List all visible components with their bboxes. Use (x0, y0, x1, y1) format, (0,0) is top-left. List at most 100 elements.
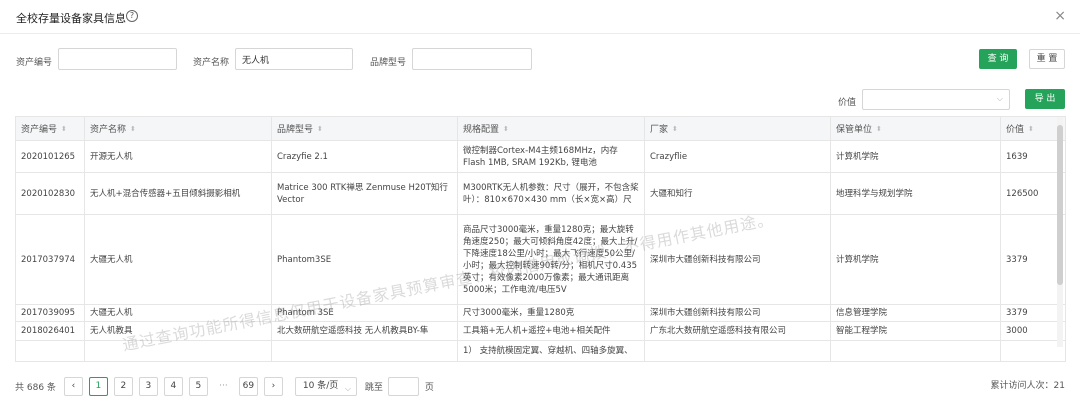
jump-label: 跳至 (364, 382, 383, 393)
cell-asset-no: 2020102830 (15, 172, 85, 215)
cell-asset-no (15, 340, 85, 362)
cell-brand (271, 340, 458, 362)
column-header-asset-name[interactable]: 资产名称 ⬍ (84, 116, 272, 141)
cell-asset-name: 大疆无人机 (84, 304, 272, 322)
cell-value: 3000 (1000, 321, 1066, 341)
total-count: 共 686 条 (15, 382, 56, 393)
chevron-down-icon: ⌵ (996, 94, 1003, 103)
page-4-button[interactable]: 4 (163, 376, 183, 396)
cell-asset-name: 无人机教具 (84, 321, 272, 341)
help-icon[interactable]: ? (126, 10, 138, 22)
page-1-button[interactable]: 1 (88, 376, 108, 396)
cell-unit (830, 340, 1001, 362)
cell-vendor: 大疆和知行 (644, 172, 831, 215)
asset-no-input[interactable] (58, 48, 177, 70)
column-header-asset-no[interactable]: 资产编号 ⬍ (15, 116, 85, 141)
reset-button[interactable]: 重 置 (1029, 49, 1065, 69)
page-size-select[interactable]: 10 条/页 ⌵ (294, 376, 357, 396)
page-2-button[interactable]: 2 (113, 376, 133, 396)
cell-vendor: 广东北大数研航空遥感科技有限公司 (644, 321, 831, 341)
cell-spec: 微控制器Cortex-M4主频168MHz，内存Flash 1MB, SRAM … (457, 140, 645, 173)
cell-brand: Matrice 300 RTK禅思 Zenmuse H20T知行Vector (271, 172, 458, 215)
last-page-button[interactable]: 69 (238, 376, 258, 396)
table-row: 2017039095 大疆无人机 Phantom 3SE 尺寸3000毫米，重量… (15, 304, 1066, 322)
cell-spec: 工具箱+无人机+遥控+电池+相关配件 (457, 321, 645, 341)
cell-asset-no: 2017037974 (15, 214, 85, 305)
scrollbar-thumb[interactable] (1057, 125, 1063, 285)
brand-input[interactable] (412, 48, 532, 70)
sort-icon[interactable]: ⬍ (130, 126, 136, 133)
value-filter-label: 价值 (838, 98, 857, 108)
cell-vendor: Crazyflie (644, 140, 831, 173)
cell-asset-name: 大疆无人机 (84, 214, 272, 305)
table-row: 2017037974 大疆无人机 Phantom3SE 商品尺寸3000毫米，重… (15, 214, 1066, 305)
table-row: 2020102830 无人机+混合传感器+五目倾斜摄影相机 Matrice 30… (15, 172, 1066, 215)
asset-name-label: 资产名称 (193, 58, 230, 68)
column-header-vendor[interactable]: 厂家 ⬍ (644, 116, 831, 141)
prev-page-button[interactable]: ‹ (63, 376, 83, 396)
value-filter-select[interactable]: ⌵ (862, 89, 1010, 110)
cell-spec: 1） 支持航模固定翼、穿越机、四轴多旋翼、 (457, 340, 645, 362)
cell-vendor: 深圳市大疆创新科技有限公司 (644, 214, 831, 305)
table-header-row: 资产编号 ⬍ 资产名称 ⬍ 品牌型号 ⬍ 规格配置 ⬍ 厂家 ⬍ 保管单位 ⬍ 价值 ⬍ (15, 116, 1066, 141)
asset-name-input[interactable] (235, 48, 353, 70)
cell-asset-name (84, 340, 272, 362)
jump-page-input[interactable] (387, 376, 419, 396)
cell-value: 126500 (1000, 172, 1066, 215)
visit-count: 累计访问人次：21 (990, 381, 1065, 391)
sort-icon[interactable]: ⬍ (672, 126, 678, 133)
more-pages-ellipsis[interactable]: ··· (214, 381, 233, 391)
cell-brand: 北大数研航空遥感科技 无人机教具BY-隼 (271, 321, 458, 341)
cell-brand: Crazyfie 2.1 (271, 140, 458, 173)
cell-spec: 尺寸3000毫米，重量1280克 (457, 304, 645, 322)
cell-asset-no: 2020101265 (15, 140, 85, 173)
cell-value: 3379 (1000, 304, 1066, 322)
table-scrollbar[interactable] (1057, 117, 1063, 347)
cell-asset-no: 2017039095 (15, 304, 85, 322)
next-page-button[interactable]: › (263, 376, 283, 396)
pagination: 共 686 条 ‹ 1 2 3 4 5 ··· 69 › 10 条/页 ⌵ 跳至 … (15, 376, 439, 396)
cell-unit: 信息管理学院 (830, 304, 1001, 322)
sort-icon[interactable]: ⬍ (503, 126, 509, 133)
sort-icon[interactable]: ⬍ (61, 126, 67, 133)
cell-unit: 智能工程学院 (830, 321, 1001, 341)
sort-icon[interactable]: ⬍ (1028, 126, 1034, 133)
table-row: 2018026401 无人机教具 北大数研航空遥感科技 无人机教具BY-隼 工具… (15, 321, 1066, 341)
column-header-spec[interactable]: 规格配置 ⬍ (457, 116, 645, 141)
cell-value: 3379 (1000, 214, 1066, 305)
dialog-header: 全校存量设备家具信息 ? × (0, 0, 1080, 34)
cell-spec: M300RTK无人机参数：尺寸（展开，不包含桨叶）：810×670×430 mm… (457, 172, 645, 215)
cell-asset-no: 2018026401 (15, 321, 85, 341)
cell-asset-name: 无人机+混合传感器+五目倾斜摄影相机 (84, 172, 272, 215)
cell-brand: Phantom3SE (271, 214, 458, 305)
cell-value (1000, 340, 1066, 362)
column-header-unit[interactable]: 保管单位 ⬍ (830, 116, 1001, 141)
cell-asset-name: 开源无人机 (84, 140, 272, 173)
cell-vendor (644, 340, 831, 362)
cell-unit: 计算机学院 (830, 140, 1001, 173)
table-row: 2020101265 开源无人机 Crazyfie 2.1 微控制器Cortex… (15, 140, 1066, 173)
page-3-button[interactable]: 3 (138, 376, 158, 396)
cell-value: 1639 (1000, 140, 1066, 173)
cell-vendor: 深圳市大疆创新科技有限公司 (644, 304, 831, 322)
asset-table: 资产编号 ⬍ 资产名称 ⬍ 品牌型号 ⬍ 规格配置 ⬍ 厂家 ⬍ 保管单位 ⬍ 价值 ⬍ 20… (15, 116, 1066, 362)
cell-unit: 计算机学院 (830, 214, 1001, 305)
cell-unit: 地理科学与规划学院 (830, 172, 1001, 215)
chevron-down-icon: ⌵ (344, 383, 351, 393)
column-header-value[interactable]: 价值 ⬍ (1000, 116, 1066, 141)
sort-icon[interactable]: ⬍ (317, 126, 323, 133)
page-size-value: 10 条/页 (302, 380, 339, 391)
dialog-title: 全校存量设备家具信息 (16, 12, 126, 25)
brand-label: 品牌型号 (370, 58, 407, 68)
asset-no-label: 资产编号 (16, 58, 53, 68)
page-unit-label: 页 (424, 382, 434, 393)
table-row: 1） 支持航模固定翼、穿越机、四轴多旋翼、 (15, 340, 1066, 362)
page-5-button[interactable]: 5 (188, 376, 208, 396)
cell-brand: Phantom 3SE (271, 304, 458, 322)
sort-icon[interactable]: ⬍ (876, 126, 882, 133)
close-icon[interactable]: × (1054, 8, 1066, 24)
query-button[interactable]: 查 询 (979, 49, 1017, 69)
cell-spec: 商品尺寸3000毫米，重量1280克；最大旋转角速度250；最大可倾斜角度42度… (457, 214, 645, 305)
column-header-brand[interactable]: 品牌型号 ⬍ (271, 116, 458, 141)
export-button[interactable]: 导 出 (1025, 89, 1065, 109)
